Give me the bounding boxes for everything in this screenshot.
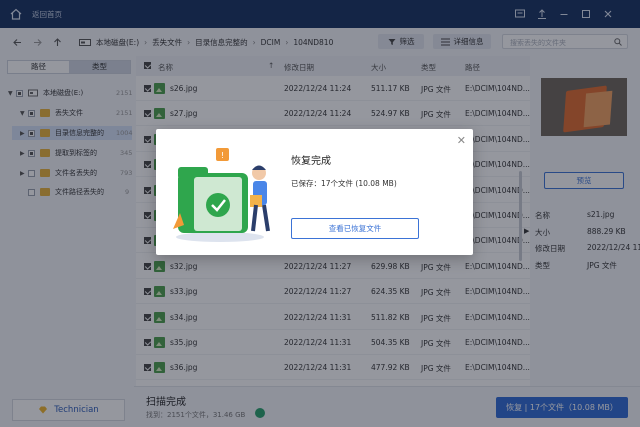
recovery-complete-dialog: ! ✕ 恢复完成 已保存：17个文件 (10.08 MB) 查看已恢复文件 (156, 129, 473, 255)
dialog-title: 恢复完成 (291, 156, 331, 167)
dialog-saved-summary: 已保存：17个文件 (10.08 MB) (291, 179, 397, 188)
view-recovered-button[interactable]: 查看已恢复文件 (291, 218, 419, 239)
recovery-illustration-icon: ! (173, 148, 270, 242)
dialog-close-icon[interactable]: ✕ (457, 134, 466, 147)
svg-text:!: ! (221, 151, 224, 160)
app-window: 返回首页 本地磁盘(E:) › 丢失文件 › 目录信息完整的 › DCIM › 104N… (0, 0, 640, 427)
